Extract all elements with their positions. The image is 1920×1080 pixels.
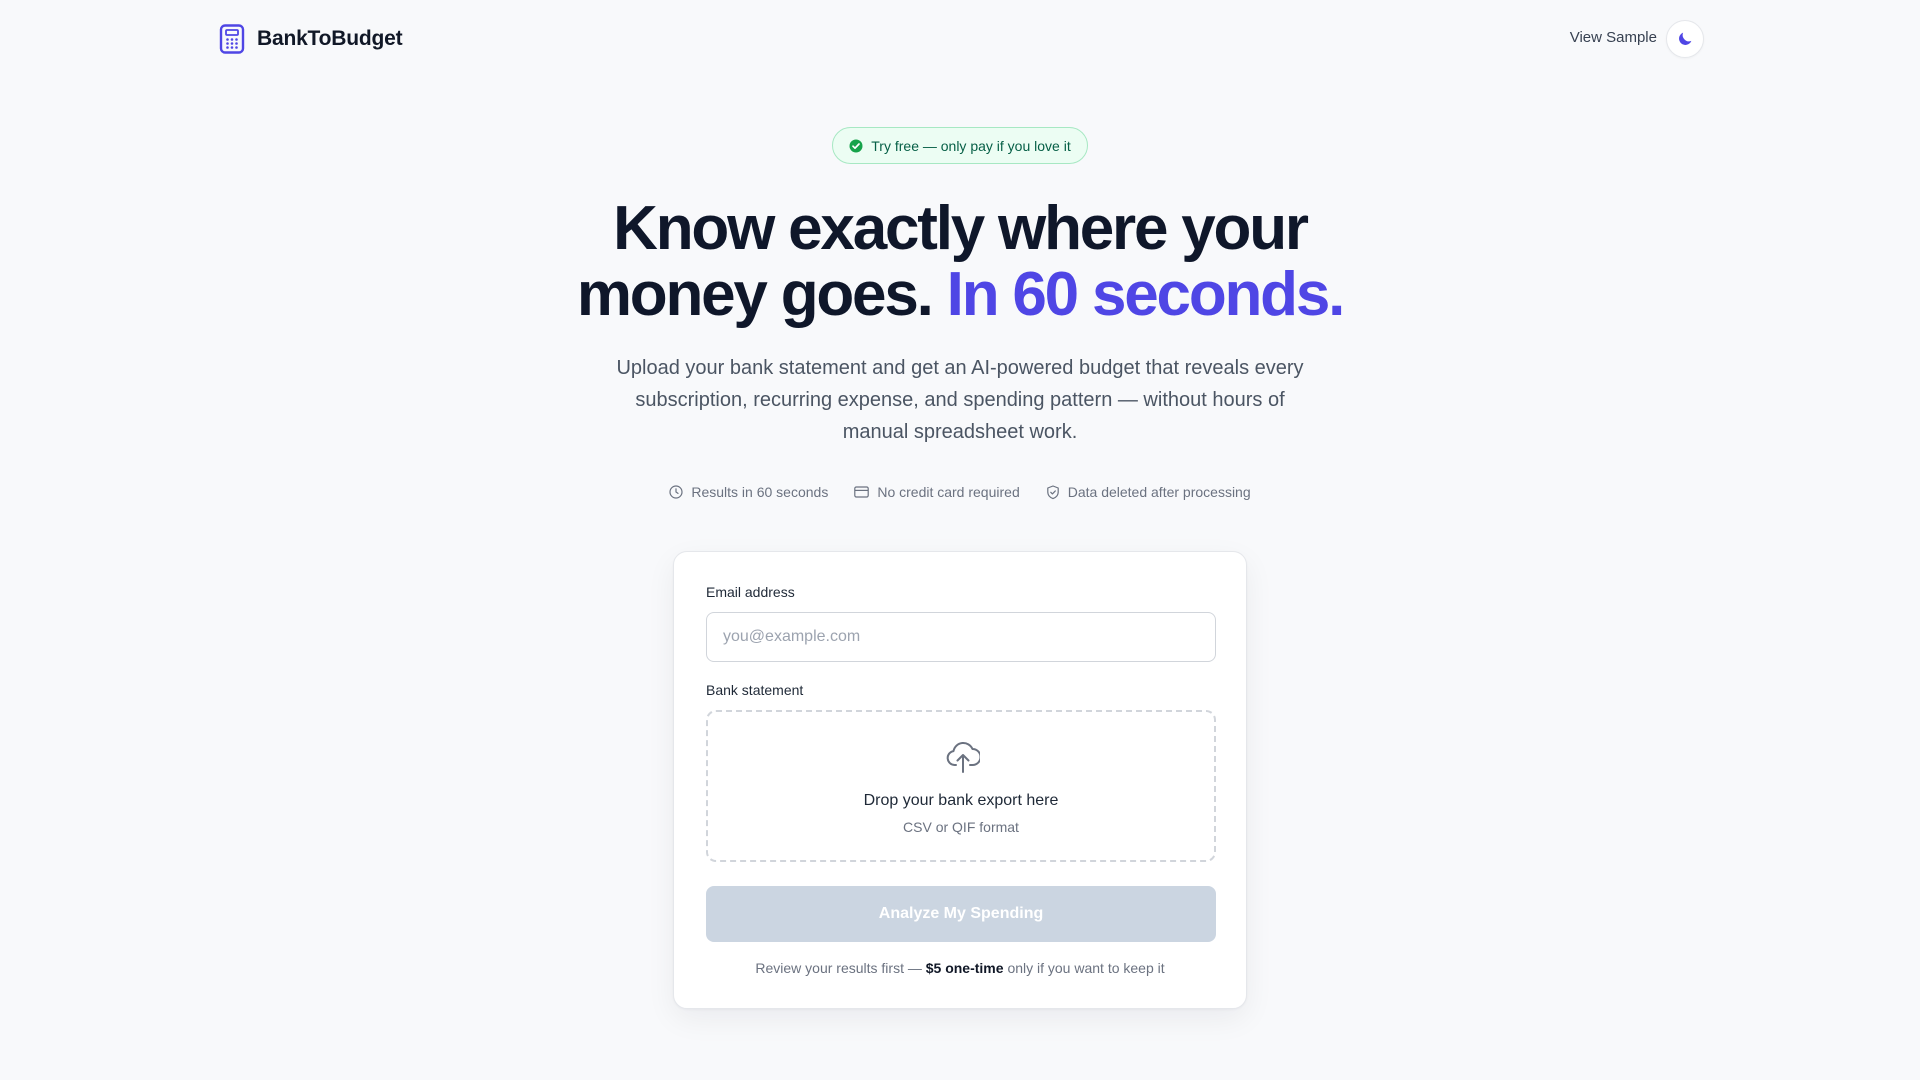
theme-toggle-button[interactable] (1666, 20, 1704, 58)
check-circle-icon (849, 139, 863, 152)
feature-item: Results in 60 seconds (669, 484, 828, 500)
email-label: Email address (706, 584, 795, 600)
footnote-prefix: Review your results first — (755, 960, 922, 976)
dropzone-subtitle: CSV or QIF format (903, 819, 1019, 835)
headline-line-1: Know exactly where your (613, 194, 1309, 263)
brand-name: BankToBudget (257, 27, 403, 50)
shield-icon (1046, 484, 1059, 499)
page-subheadline: Upload your bank statement and get an AI… (616, 357, 1304, 443)
file-dropzone[interactable]: Drop your bank export here CSV or QIF fo… (706, 710, 1216, 862)
feature-item: Data deleted after processing (1046, 484, 1251, 500)
free-trial-badge: Try free — only pay if you love it (832, 127, 1088, 164)
feature-item: No credit card required (854, 484, 1020, 500)
feature-label: Results in 60 seconds (691, 484, 829, 500)
email-input[interactable] (706, 612, 1216, 662)
feature-list: Results in 60 seconds No credit card req… (560, 482, 1360, 502)
feature-label: No credit card required (877, 484, 1020, 500)
analyze-spending-button[interactable]: Analyze My Spending (706, 886, 1216, 942)
view-sample-link[interactable]: View Sample (1570, 29, 1657, 46)
footnote-price: $5 one-time (925, 960, 1004, 976)
clock-icon (669, 485, 683, 499)
brand-logo[interactable]: BankToBudget (219, 24, 403, 54)
calculator-icon (219, 24, 245, 54)
statement-label: Bank statement (706, 682, 804, 698)
upload-cloud-icon (946, 742, 980, 773)
page-headline: Know exactly where your money goes. In 6… (460, 196, 1460, 328)
headline-line-2: money goes. (576, 260, 934, 329)
pricing-footnote: Review your results first — $5 one-time … (674, 960, 1246, 976)
dropzone-title: Drop your bank export here (863, 792, 1059, 809)
moon-icon (1679, 32, 1692, 45)
site-header: BankToBudget View Sample (0, 0, 1920, 78)
headline-accent: In 60 seconds. (946, 260, 1346, 329)
footnote-suffix: only if you want to keep it (1007, 960, 1165, 976)
badge-text: Try free — only pay if you love it (871, 137, 1071, 154)
credit-card-icon (854, 486, 870, 498)
feature-label: Data deleted after processing (1067, 484, 1251, 500)
upload-form-card: Email address Bank statement Drop your b… (673, 551, 1247, 1009)
